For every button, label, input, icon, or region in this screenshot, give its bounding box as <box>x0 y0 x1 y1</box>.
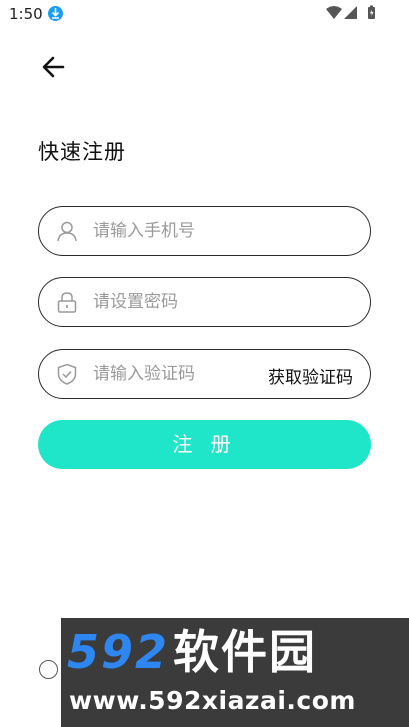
phone-field[interactable] <box>38 206 371 256</box>
shield-icon <box>56 363 78 385</box>
arrow-left-icon <box>42 56 65 78</box>
phone-input[interactable] <box>93 207 353 255</box>
password-field[interactable] <box>38 277 371 327</box>
page-title: 快速注册 <box>38 140 126 164</box>
watermark-logo: 592软件园 www.592xiazai.com <box>61 618 409 727</box>
back-button[interactable] <box>38 52 70 82</box>
watermark-url: www.592xiazai.com <box>69 686 356 715</box>
download-icon <box>48 6 63 21</box>
get-code-button[interactable]: 获取验证码 <box>268 363 353 388</box>
wifi-icon <box>326 6 342 19</box>
register-button[interactable]: 注 册 <box>38 420 371 469</box>
user-icon <box>56 220 78 242</box>
status-bar: 1:50 <box>0 0 409 28</box>
signal-icon <box>344 6 357 19</box>
status-icons <box>326 5 381 21</box>
lock-icon <box>56 291 78 313</box>
watermark-brand: 592软件园 <box>67 624 317 680</box>
agreement-radio[interactable] <box>39 660 58 679</box>
watermark-brand-name: 软件园 <box>173 625 318 679</box>
watermark-brand-number: 592 <box>67 625 170 679</box>
battery-icon <box>368 5 375 19</box>
verification-code-input[interactable] <box>93 350 243 398</box>
password-input[interactable] <box>93 278 353 326</box>
verification-code-field[interactable]: 获取验证码 <box>38 349 371 399</box>
status-time: 1:50 <box>9 5 43 23</box>
